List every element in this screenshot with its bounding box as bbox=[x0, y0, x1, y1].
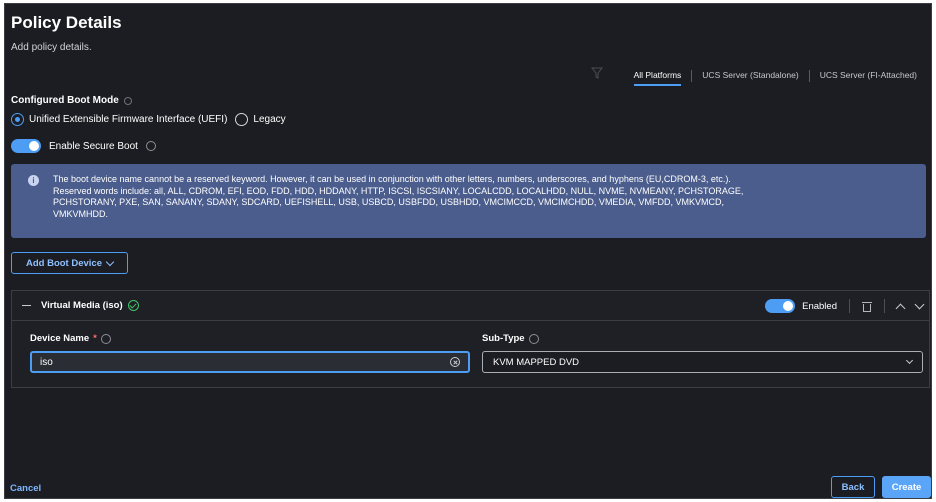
chevron-down-icon bbox=[105, 257, 115, 266]
info-icon[interactable] bbox=[145, 141, 156, 151]
page-subtitle: Add policy details. bbox=[11, 42, 92, 53]
secure-boot-row: Enable Secure Boot bbox=[11, 139, 156, 153]
radio-selected-icon[interactable] bbox=[11, 113, 24, 126]
trash-icon[interactable] bbox=[862, 301, 872, 312]
device-name-label: Device Name bbox=[30, 333, 90, 344]
device-name-input[interactable]: iso bbox=[30, 351, 470, 373]
tab-all-platforms[interactable]: All Platforms bbox=[624, 68, 692, 86]
add-boot-device-button[interactable]: Add Boot Device bbox=[11, 252, 128, 274]
move-down-icon[interactable] bbox=[914, 299, 925, 310]
tab-ucs-server-standalone[interactable]: UCS Server (Standalone) bbox=[692, 68, 808, 84]
divider bbox=[849, 299, 850, 313]
info-icon[interactable] bbox=[100, 333, 111, 344]
device-name-label-row: Device Name * bbox=[30, 333, 111, 344]
required-marker: * bbox=[93, 333, 97, 344]
info-filled-icon: i bbox=[28, 175, 39, 186]
reserved-keyword-banner: i The boot device name cannot be a reser… bbox=[11, 164, 926, 238]
enabled-control: Enabled bbox=[765, 299, 837, 313]
device-name-value[interactable]: iso bbox=[40, 357, 53, 368]
back-button[interactable]: Back bbox=[831, 476, 875, 498]
radio-uefi-label: Unified Extensible Firmware Interface (U… bbox=[29, 114, 228, 125]
card-title: Virtual Media (iso) bbox=[41, 300, 123, 311]
device-enabled-toggle[interactable] bbox=[765, 299, 796, 313]
cancel-button[interactable]: Cancel bbox=[10, 483, 41, 494]
sub-type-label-row: Sub-Type bbox=[482, 333, 539, 344]
info-icon[interactable] bbox=[123, 96, 132, 105]
footer-bar: Cancel Back Create bbox=[5, 472, 931, 498]
check-circle-icon bbox=[127, 300, 139, 311]
radio-legacy-label: Legacy bbox=[253, 114, 286, 125]
info-icon[interactable] bbox=[528, 333, 539, 344]
sub-type-label: Sub-Type bbox=[482, 333, 525, 344]
radio-unselected-icon[interactable] bbox=[235, 113, 249, 126]
filter-icon[interactable] bbox=[591, 67, 603, 79]
clear-icon[interactable] bbox=[450, 357, 460, 367]
tab-ucs-server-fi-attached[interactable]: UCS Server (FI-Attached) bbox=[810, 68, 927, 84]
secure-boot-toggle[interactable] bbox=[11, 139, 41, 153]
enabled-label: Enabled bbox=[802, 300, 837, 312]
sub-type-select[interactable]: KVM MAPPED DVD bbox=[482, 351, 923, 373]
secure-boot-label: Enable Secure Boot bbox=[49, 140, 138, 152]
collapse-icon[interactable] bbox=[22, 305, 31, 306]
chevron-down-icon bbox=[905, 356, 914, 365]
sub-type-value: KVM MAPPED DVD bbox=[493, 356, 580, 368]
page-title: Policy Details bbox=[11, 13, 122, 32]
boot-mode-heading: Configured Boot Mode bbox=[11, 95, 132, 106]
create-button[interactable]: Create bbox=[882, 476, 931, 498]
banner-text: The boot device name cannot be a reserve… bbox=[53, 174, 744, 219]
card-actions: Enabled bbox=[765, 299, 925, 313]
radio-uefi[interactable]: Unified Extensible Firmware Interface (U… bbox=[11, 113, 227, 126]
divider bbox=[884, 299, 885, 313]
boot-mode-options: Unified Extensible Firmware Interface (U… bbox=[11, 113, 294, 126]
radio-legacy[interactable]: Legacy bbox=[235, 113, 286, 126]
policy-details-panel: Policy Details Add policy details. All P… bbox=[4, 3, 932, 499]
add-boot-device-label: Add Boot Device bbox=[25, 257, 102, 269]
platform-tabs: All Platforms UCS Server (Standalone) UC… bbox=[624, 68, 927, 86]
boot-device-card: Virtual Media (iso) Enabled Device Name … bbox=[11, 290, 930, 388]
card-header: Virtual Media (iso) Enabled bbox=[12, 291, 929, 321]
move-up-icon[interactable] bbox=[895, 303, 906, 313]
boot-mode-label: Configured Boot Mode bbox=[11, 95, 119, 106]
